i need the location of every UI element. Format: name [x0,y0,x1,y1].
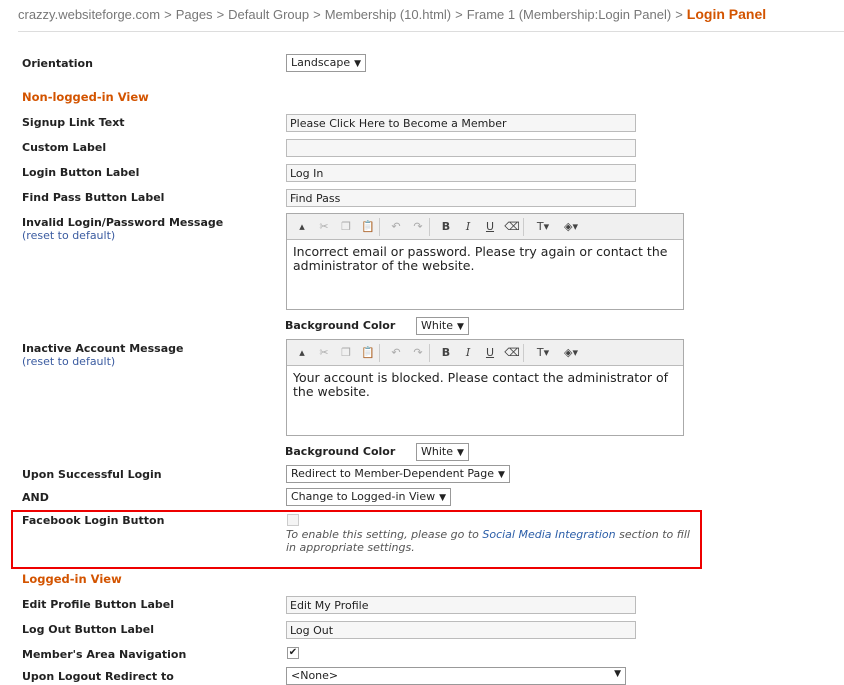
orientation-value: Landscape [291,56,351,69]
breadcrumb-item-frame[interactable]: Frame 1 (Membership:Login Panel) [467,7,671,22]
editor-toolbar: ▴ ✂ ❐ 📋 ↶ ↷ B I U ⌫ T▾ ◈▾ [287,214,683,240]
upon-success-select[interactable]: Redirect to Member-Dependent Page ▼ [286,465,510,483]
cut-icon[interactable]: ✂ [313,220,335,233]
chevron-down-icon: ▼ [439,493,447,503]
invalid-reset-link[interactable]: reset to default [26,229,111,242]
inactive-message-content[interactable]: Your account is blocked. Please contact … [287,366,683,404]
inactive-message-editor[interactable]: ▴ ✂ ❐ 📋 ↶ ↷ B I U ⌫ T▾ ◈▾ Your account i… [286,339,684,436]
more-icon[interactable]: ◈▾ [557,346,585,359]
underline-icon[interactable]: U [479,346,501,359]
invalid-bg-select[interactable]: White ▼ [416,317,469,335]
paren: ) [110,229,116,242]
text-color-icon[interactable]: T▾ [529,220,557,233]
upon-success-value: Redirect to Member-Dependent Page [291,467,495,480]
and-value: Change to Logged-in View [291,490,436,503]
note-text: To enable this setting, please go to [286,528,483,541]
social-media-integration-link[interactable]: Social Media Integration [482,528,615,541]
eraser-icon[interactable]: ⌫ [501,346,523,359]
inactive-bg-value: White [421,445,453,458]
inactive-reset-wrap: (reset to default) [22,355,115,368]
copy-icon[interactable]: ❐ [335,346,357,359]
invalid-message-content[interactable]: Incorrect email or password. Please try … [287,240,683,278]
logout-redirect-value: <None> [291,669,339,682]
copy-icon[interactable]: ❐ [335,220,357,233]
member-nav-checkbox[interactable]: ✔ [287,647,299,659]
signup-link-label: Signup Link Text [22,116,125,129]
facebook-login-label: Facebook Login Button [22,514,165,527]
editor-toolbar: ▴ ✂ ❐ 📋 ↶ ↷ B I U ⌫ T▾ ◈▾ [287,340,683,366]
edit-profile-label: Edit Profile Button Label [22,598,174,611]
paste-icon[interactable]: 📋 [357,346,379,359]
breadcrumb: crazzy.websiteforge.com > Pages > Default Gr… [18,6,766,28]
breadcrumb-separator: > [164,7,172,22]
custom-label-input[interactable] [286,139,636,157]
chevron-down-icon: ▼ [457,448,464,458]
logout-redirect-label: Upon Logout Redirect to [22,670,174,683]
find-pass-input[interactable] [286,189,636,207]
invalid-bg-value: White [421,319,453,332]
chevron-down-icon: ▼ [354,59,362,69]
undo-icon[interactable]: ↶ [385,346,407,359]
breadcrumb-current: Login Panel [686,6,767,22]
breadcrumb-separator: > [216,7,225,22]
logout-label: Log Out Button Label [22,623,155,636]
invalid-bg-label: Background Color [285,319,396,332]
divider [18,31,844,32]
cut-icon[interactable]: ✂ [313,346,335,359]
find-pass-label: Find Pass Button Label [22,191,165,204]
bold-icon[interactable]: B [435,220,457,233]
chevron-down-icon: ▼ [498,470,505,480]
inactive-message-label: Inactive Account Message [22,342,184,355]
breadcrumb-item-pages[interactable]: Pages [176,7,213,22]
section-non-logged-in: Non-logged-in View [22,90,149,104]
and-label: AND [22,491,49,504]
breadcrumb-separator: > [313,7,321,22]
breadcrumb-item-site[interactable]: crazzy.websiteforge.com [18,7,160,22]
eraser-icon[interactable]: ⌫ [501,220,523,233]
underline-icon[interactable]: U [479,220,501,233]
facebook-note: To enable this setting, please go to Soc… [286,528,696,554]
custom-label-label: Custom Label [22,141,107,154]
breadcrumb-item-page[interactable]: Membership (10.html) [325,7,451,22]
paren: ) [110,355,116,368]
login-button-input[interactable] [286,164,636,182]
logout-redirect-select[interactable]: <None> ▼ [286,667,626,685]
invalid-reset-wrap: (reset to default) [22,229,115,242]
facebook-login-checkbox[interactable] [287,514,299,526]
breadcrumb-separator: > [675,7,683,22]
login-button-label: Login Button Label [22,166,140,179]
redo-icon[interactable]: ↷ [407,346,429,359]
paste-icon[interactable]: 📋 [357,220,379,233]
chevron-down-icon: ▼ [614,669,621,679]
redo-icon[interactable]: ↷ [407,220,429,233]
text-color-icon[interactable]: T▾ [529,346,557,359]
member-nav-label: Member's Area Navigation [22,648,187,661]
collapse-icon[interactable]: ▴ [291,346,313,359]
invalid-message-editor[interactable]: ▴ ✂ ❐ 📋 ↶ ↷ B I U ⌫ T▾ ◈▾ Incorrect emai… [286,213,684,310]
and-select[interactable]: Change to Logged-in View ▼ [286,488,452,506]
logout-input[interactable] [286,621,636,639]
invalid-message-label: Invalid Login/Password Message [22,216,224,229]
orientation-select[interactable]: Landscape ▼ [286,54,367,72]
undo-icon[interactable]: ↶ [385,220,407,233]
inactive-bg-select[interactable]: White ▼ [416,443,469,461]
italic-icon[interactable]: I [457,346,479,359]
italic-icon[interactable]: I [457,220,479,233]
breadcrumb-separator: > [455,7,463,22]
chevron-down-icon: ▼ [457,322,464,332]
bold-icon[interactable]: B [435,346,457,359]
collapse-icon[interactable]: ▴ [291,220,313,233]
edit-profile-input[interactable] [286,596,636,614]
orientation-label: Orientation [22,57,93,70]
inactive-reset-link[interactable]: reset to default [26,355,111,368]
upon-success-label: Upon Successful Login [22,468,162,481]
more-icon[interactable]: ◈▾ [557,220,585,233]
signup-link-input[interactable] [286,114,636,132]
inactive-bg-label: Background Color [285,445,396,458]
breadcrumb-item-group[interactable]: Default Group [228,7,309,22]
section-logged-in: Logged-in View [22,572,122,586]
